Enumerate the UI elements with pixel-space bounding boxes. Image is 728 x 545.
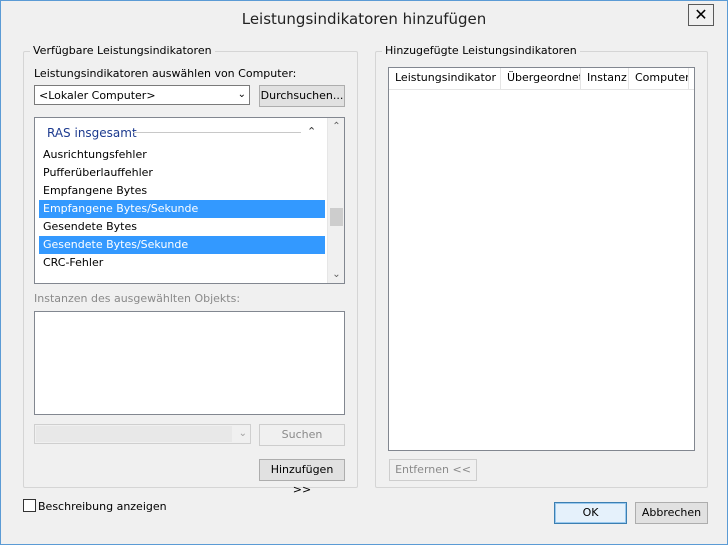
category-divider	[133, 132, 301, 133]
counter-list-item[interactable]: Empfangene Bytes/Sekunde	[39, 200, 325, 218]
show-description-checkbox[interactable]	[23, 499, 36, 512]
available-counters-group-title: Verfügbare Leistungsindikatoren	[30, 44, 215, 57]
title-bar: Leistungsindikatoren hinzufügen ✕	[1, 1, 727, 35]
column-header[interactable]: Leistungsindikator	[389, 68, 501, 90]
instances-label: Instanzen des ausgewählten Objekts:	[34, 292, 241, 305]
column-header[interactable]: Computer	[629, 68, 689, 90]
counter-list-item[interactable]: Pufferüberlauffehler	[39, 164, 325, 182]
counter-list-item[interactable]: Ausrichtungsfehler	[39, 146, 325, 164]
counter-list-item[interactable]: Empfangene Bytes	[39, 182, 325, 200]
cancel-button[interactable]: Abbrechen	[635, 502, 708, 524]
counter-list-item[interactable]: CRC-Fehler	[39, 254, 325, 272]
remove-button[interactable]: Entfernen <<	[389, 459, 477, 481]
column-header[interactable]: Instanz	[581, 68, 629, 90]
close-icon: ✕	[694, 5, 708, 24]
counter-list-scrollbar[interactable]: ⌃ ⌄	[327, 118, 344, 283]
computer-select-label: Leistungsindikatoren auswählen von Compu…	[34, 67, 297, 80]
instances-list[interactable]	[34, 311, 345, 415]
chevron-up-icon[interactable]: ⌃	[307, 125, 316, 138]
counter-list[interactable]: RAS insgesamt ⌃ Ausrichtungsfehler Puffe…	[34, 117, 345, 284]
scroll-up-icon[interactable]: ⌃	[328, 118, 344, 135]
computer-combo-value: <Lokaler Computer>	[39, 89, 156, 102]
show-description-label: Beschreibung anzeigen	[38, 500, 167, 513]
window-title: Leistungsindikatoren hinzufügen	[241, 10, 487, 28]
add-button[interactable]: Hinzufügen >>	[259, 459, 345, 496]
instance-search-combo[interactable]: ⌄	[34, 424, 251, 444]
scroll-down-icon[interactable]: ⌄	[328, 266, 344, 283]
ok-button[interactable]: OK	[554, 502, 627, 524]
counter-category-header[interactable]: RAS insgesamt	[47, 126, 137, 140]
counter-list-item[interactable]: Gesendete Bytes/Sekunde	[39, 236, 325, 254]
added-counters-group-title: Hinzugefügte Leistungsindikatoren	[382, 44, 580, 57]
search-button[interactable]: Suchen	[259, 424, 345, 446]
scrollbar-thumb[interactable]	[330, 208, 343, 226]
computer-combo[interactable]: <Lokaler Computer> ⌄	[34, 85, 250, 105]
table-header: Leistungsindikator Übergeordnet Instanz …	[389, 68, 694, 90]
browse-button[interactable]: Durchsuchen...	[259, 85, 345, 107]
column-header[interactable]: Übergeordnet	[501, 68, 581, 90]
instance-search-field	[36, 426, 232, 442]
chevron-down-icon: ⌄	[237, 89, 246, 100]
counter-list-item[interactable]: Gesendete Bytes	[39, 218, 325, 236]
added-counters-table[interactable]: Leistungsindikator Übergeordnet Instanz …	[388, 67, 695, 451]
add-counters-dialog: Leistungsindikatoren hinzufügen ✕ Verfüg…	[0, 0, 728, 545]
chevron-down-icon: ⌄	[238, 428, 247, 439]
close-button[interactable]: ✕	[688, 4, 714, 26]
